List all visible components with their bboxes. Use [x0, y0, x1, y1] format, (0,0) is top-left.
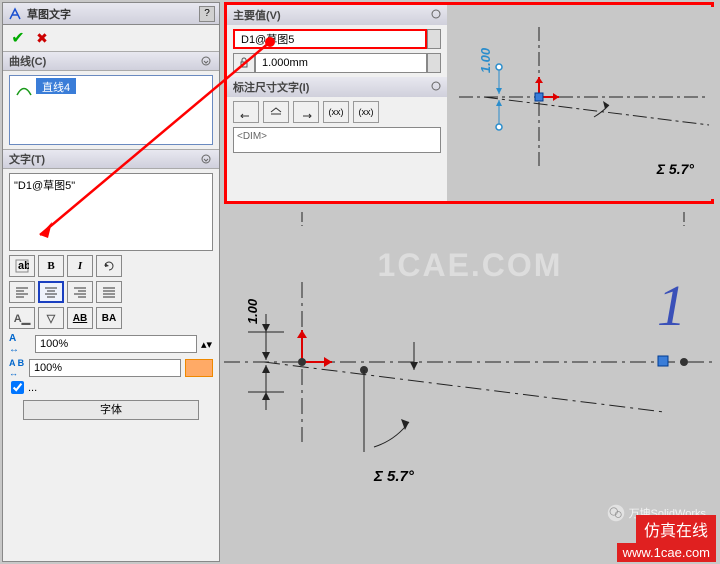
highlight-callout: 主要值(V) 标注尺寸文字(I) (xx) (xx) — [224, 2, 714, 204]
use-font-checkbox[interactable] — [11, 381, 24, 394]
dim-value-mini: 1.00 — [478, 48, 493, 73]
ba-button[interactable]: BA — [96, 307, 122, 329]
spinner-icon[interactable]: ▴▾ — [201, 338, 213, 351]
confirm-row: ✔ ✖ — [3, 25, 219, 51]
color-swatch[interactable] — [185, 359, 213, 377]
curve-thumb-icon — [12, 78, 36, 102]
checkbox-row[interactable]: ... — [11, 381, 211, 394]
dim-text-field[interactable]: <DIM> — [233, 127, 441, 153]
flip-row: A▁ ▽ AB BA — [9, 307, 213, 329]
align-right-button[interactable] — [67, 281, 93, 303]
main-viewport[interactable]: 1CAE.COM — [224, 212, 716, 562]
sketch-text-preview: 1 — [657, 272, 686, 339]
checkbox-label: ... — [28, 382, 37, 394]
curves-header[interactable]: 曲线(C) — [3, 51, 219, 71]
help-button[interactable]: ? — [199, 6, 215, 22]
footer-url: www.1cae.com — [617, 543, 716, 562]
dim-text-header: 标注尺寸文字(I) — [227, 77, 447, 97]
width-a-icon: A↔ — [9, 333, 31, 355]
rotate-button[interactable] — [96, 255, 122, 277]
dim-left-icon[interactable] — [233, 101, 259, 123]
text-value: "D1@草图5" — [14, 180, 75, 192]
highlight-viewport: 1.00 Σ 5.7° — [449, 7, 714, 199]
collapse-icon[interactable] — [431, 81, 441, 94]
spacing-value[interactable] — [29, 359, 181, 377]
sketch-text-panel: 草图文字 ? ✔ ✖ 曲线(C) 直线4 文字(T) "D1@草图5" ab B… — [2, 2, 220, 562]
style-row: ab B I — [9, 255, 213, 277]
font-button[interactable]: 字体 — [23, 400, 199, 420]
panel-header: 草图文字 ? — [3, 3, 219, 25]
dim-center-icon[interactable] — [263, 101, 289, 123]
dim-value-field[interactable] — [255, 53, 427, 73]
collapse-icon[interactable] — [431, 9, 441, 22]
flip-v-button[interactable]: A▁ — [9, 307, 35, 329]
curves-label: 曲线(C) — [9, 53, 46, 69]
bold-button[interactable]: B — [38, 255, 64, 277]
insert-symbol-button[interactable]: ab — [9, 255, 35, 277]
dim-value: 1.00 — [245, 299, 260, 324]
dim-xx1-button[interactable]: (xx) — [323, 101, 349, 123]
curve-selected-item[interactable]: 直线4 — [36, 78, 76, 94]
svg-text:ab: ab — [18, 260, 29, 272]
dim-xx2-button[interactable]: (xx) — [353, 101, 379, 123]
spacing-row: A B↔ — [9, 358, 213, 378]
align-left-button[interactable] — [9, 281, 35, 303]
dim-icon-row: (xx) (xx) — [233, 101, 441, 123]
align-center-button[interactable] — [38, 281, 64, 303]
footer-cn: 仿真在线 — [636, 515, 716, 543]
ab-button[interactable]: AB — [67, 307, 93, 329]
angle-label: Σ 5.7° — [374, 468, 414, 485]
cancel-button[interactable]: ✖ — [33, 29, 51, 47]
dim-right-icon[interactable] — [293, 101, 319, 123]
sketch-text-icon — [7, 6, 23, 22]
dimension-panel: 主要值(V) 标注尺寸文字(I) (xx) (xx) — [227, 5, 447, 201]
panel-title: 草图文字 — [27, 6, 195, 22]
dim-text-label: 标注尺寸文字(I) — [233, 79, 309, 95]
italic-button[interactable]: I — [67, 255, 93, 277]
text-label: 文字(T) — [9, 151, 45, 167]
main-value-label: 主要值(V) — [233, 7, 281, 23]
spinner[interactable] — [427, 29, 441, 49]
collapse-icon[interactable] — [199, 152, 213, 166]
text-input[interactable]: "D1@草图5" — [9, 173, 213, 251]
right-area: 主要值(V) 标注尺寸文字(I) (xx) (xx) — [222, 2, 718, 562]
align-row — [9, 281, 213, 303]
flip-h-button[interactable]: ▽ — [38, 307, 64, 329]
footer-badge: 仿真在线 www.1cae.com — [617, 515, 716, 562]
lock-icon[interactable] — [233, 53, 255, 73]
width-row: A↔ ▴▾ — [9, 333, 213, 355]
width-value[interactable] — [35, 335, 197, 353]
main-value-header: 主要值(V) — [227, 5, 447, 25]
spinner[interactable] — [427, 53, 441, 73]
collapse-icon[interactable] — [199, 54, 213, 68]
ok-button[interactable]: ✔ — [9, 29, 27, 47]
align-justify-button[interactable] — [96, 281, 122, 303]
dim-name-field[interactable] — [233, 29, 427, 49]
curves-list[interactable]: 直线4 — [9, 75, 213, 145]
angle-label-mini: Σ 5.7° — [657, 161, 694, 177]
text-header[interactable]: 文字(T) — [3, 149, 219, 169]
width-ab-icon: A B↔ — [9, 358, 25, 378]
